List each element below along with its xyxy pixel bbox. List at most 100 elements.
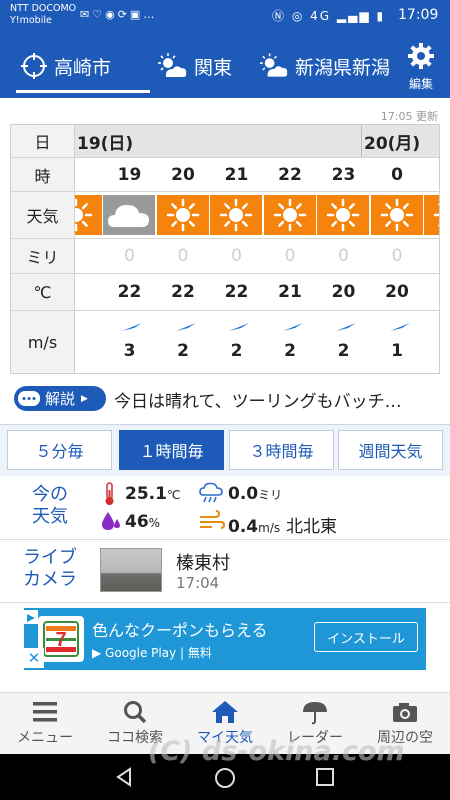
wind-cell: 1 — [371, 311, 424, 373]
nav-menu[interactable]: メニュー — [0, 693, 90, 755]
temp-cells: 22 22 22 21 20 20 — [75, 274, 439, 310]
current-humidity: 46% — [125, 512, 160, 532]
hour-cell: 0 — [391, 164, 403, 185]
edit-button[interactable]: 編集 — [401, 42, 441, 92]
location-tab-takasaki[interactable]: 高崎市 — [16, 34, 150, 98]
location-tab-kanto[interactable]: 関東 — [156, 34, 232, 98]
heart-rate-icon: ♡ — [92, 8, 106, 21]
commentary-text[interactable]: 今日は晴れて、ツーリングもバッチ… — [114, 387, 440, 412]
precip-row: ミリ 0 0 0 0 0 0 — [11, 239, 439, 274]
row-label-weather: 天気 — [11, 192, 75, 238]
ad-banner[interactable]: 7 ELEVEN 色んなクーポンもらえる ▶ Google Play | 無料 … — [24, 608, 426, 670]
current-weather[interactable]: 今の 天気 25.1℃ 0.0ミリ 46% 0.4m/s 北北東 — [0, 476, 450, 540]
wind-speed: 3 — [123, 341, 136, 361]
nfc-icon: Ⓝ — [272, 9, 287, 23]
network-label: 4G — [310, 9, 332, 23]
weather-cell-sunny — [156, 195, 209, 235]
hourly-forecast-table[interactable]: 日 19(日) 20(月) 時 19 20 21 22 23 0 天気 ミリ 000000… — [10, 124, 440, 374]
tab-1hour[interactable]: １時間毎 — [119, 430, 224, 470]
speech-bubble-icon — [18, 391, 40, 406]
system-icons: Ⓝ ◎ 4G ▂▄▆ ▮ — [272, 7, 385, 24]
weather-cell-sunny — [317, 195, 369, 235]
hour-cells: 19 20 21 22 23 0 — [75, 158, 439, 191]
home-icon — [212, 701, 238, 723]
nav-label: メニュー — [17, 730, 73, 746]
hour-row: 時 19 20 21 22 23 0 — [11, 158, 439, 192]
battery-icon: ▮ — [376, 9, 386, 23]
temp-row: ℃ 22 22 22 21 20 20 — [11, 274, 439, 311]
precip-cell: 0 — [284, 246, 296, 266]
commentary-badge-label: 解説 — [45, 390, 76, 408]
signal-icon: ▂▄▆ — [336, 9, 371, 23]
recents-icon[interactable] — [316, 768, 334, 786]
location-label: 新潟県新潟 — [294, 56, 390, 79]
temp-cell: 20 — [331, 282, 356, 302]
wind-cell: 2 — [317, 311, 370, 373]
tab-3hour[interactable]: ３時間毎 — [229, 430, 334, 470]
wind-speed: 2 — [337, 341, 350, 361]
wind-speed: 2 — [230, 341, 243, 361]
back-icon[interactable] — [114, 767, 134, 787]
wind-speed: 2 — [177, 341, 189, 361]
carrier-line-1: NTT DOCOMO — [10, 3, 77, 14]
sun-cloud-icon — [158, 53, 187, 77]
commentary-button[interactable]: 解説 ▶ — [14, 386, 106, 411]
seven-eleven-logo-mark: 7 ELEVEN — [43, 621, 79, 657]
precip-cell: 0 — [338, 246, 349, 266]
current-wind: 0.4m/s 北北東 — [228, 512, 337, 537]
commentary[interactable]: 解説 ▶ 今日は晴れて、ツーリングもバッチ… — [14, 384, 442, 414]
live-camera-thumbnail[interactable] — [100, 548, 162, 592]
wind-cell: 2 — [157, 311, 210, 373]
location-tab-niigata[interactable]: 新潟県新潟 — [258, 34, 390, 98]
wind-cell: 2 — [210, 311, 263, 373]
row-label-precip: ミリ — [11, 239, 75, 273]
ad-price: 無料 — [187, 646, 212, 660]
status-time: 17:09 — [398, 7, 439, 23]
date-today: 19(日) — [75, 125, 361, 157]
wind-speed: 2 — [284, 341, 296, 361]
chrome-icon: ◉ — [105, 8, 118, 21]
search-icon — [124, 701, 147, 724]
sun-icon — [273, 198, 306, 232]
current-weather-label: 今の 天気 — [14, 484, 86, 528]
home-button-icon[interactable] — [214, 767, 236, 789]
ad-close-icon[interactable]: ✕ — [24, 648, 44, 668]
live-camera-place: 榛東村 — [176, 553, 230, 574]
precip-cells: 0 0 0 0 0 0 — [75, 239, 439, 273]
wind-direction-icon — [175, 323, 196, 331]
ad-choices-icon[interactable] — [24, 610, 38, 624]
thermometer-icon — [105, 482, 114, 505]
interval-tabs: ５分毎 １時間毎 ３時間毎 週間天気 — [0, 424, 450, 476]
ad-store-line: ▶ Google Play | 無料 — [92, 644, 212, 661]
install-button[interactable]: インストール — [314, 622, 418, 652]
tab-5min[interactable]: ５分毎 — [7, 430, 112, 470]
gear-icon — [408, 43, 434, 69]
brand-small-text: ELEVEN — [53, 637, 69, 642]
edit-label: 編集 — [408, 77, 433, 91]
date-tomorrow: 20(月) — [361, 125, 439, 157]
eye-icon: ◎ — [291, 9, 305, 23]
live-label-line-2: カメラ — [23, 569, 77, 590]
sun-icon — [219, 198, 253, 232]
location-bar: 高崎市 関東 新潟県新潟 編集 — [0, 34, 450, 98]
temperature-unit: ℃ — [166, 488, 181, 502]
play-arrow-icon: ▶ — [81, 393, 88, 404]
weather-cell-sunny — [424, 195, 439, 235]
temp-cell: 22 — [224, 282, 249, 302]
tab-weekly[interactable]: 週間天気 — [338, 430, 443, 470]
date-cells: 19(日) 20(月) — [75, 125, 439, 157]
live-label-line-1: ライブ — [23, 547, 77, 568]
carrier-label: NTT DOCOMO Y!mobile — [10, 3, 76, 27]
location-label: 関東 — [194, 56, 233, 79]
weather-cell-sunny — [75, 195, 102, 235]
current-label-line-2: 天気 — [32, 506, 68, 527]
hour-cell: 21 — [224, 164, 249, 185]
status-bar: NTT DOCOMO Y!mobile ✉♡◉⟳▣… Ⓝ ◎ 4G ▂▄▆ ▮ … — [0, 0, 450, 34]
live-camera[interactable]: ライブ カメラ 榛東村 17:04 — [0, 541, 450, 603]
wind-direction-icon — [336, 323, 356, 331]
sun-icon — [166, 198, 199, 232]
hour-cell: 19 — [117, 164, 142, 185]
humidity-icon — [102, 512, 120, 530]
current-label-line-1: 今の — [32, 484, 68, 505]
wind-value: 0.4 — [228, 517, 259, 537]
